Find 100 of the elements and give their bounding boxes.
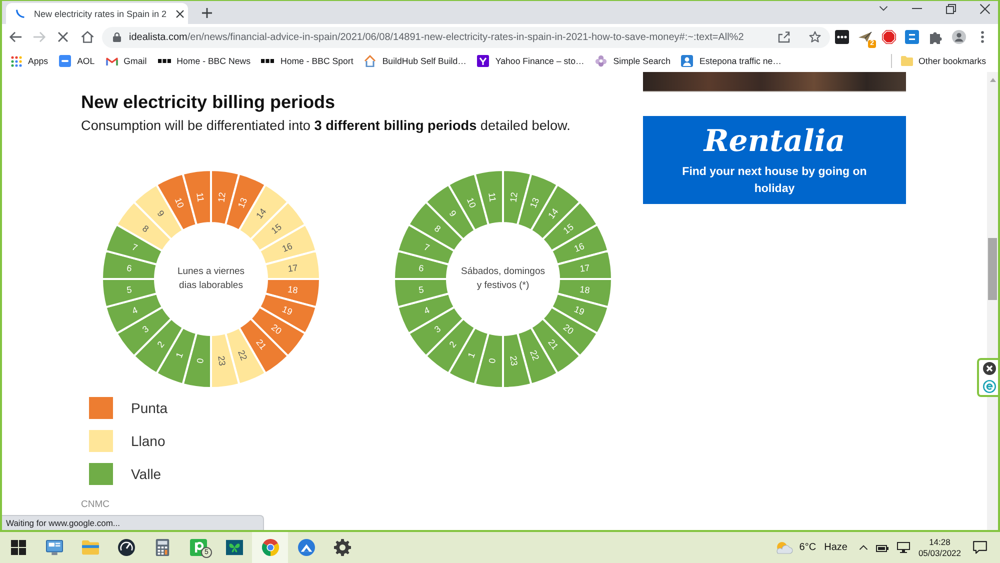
stop-icon[interactable]	[58, 32, 68, 42]
bookmark[interactable]: Apps	[6, 52, 54, 70]
calculator-icon	[154, 539, 170, 556]
dial-caption: Lunes a viernes dias laborables	[176, 265, 246, 293]
bookmark[interactable]: Home - BBC News	[152, 52, 256, 70]
brand-name: Rentalia	[704, 124, 846, 160]
avatar-icon[interactable]	[952, 30, 966, 44]
bookmark[interactable]: Gmail	[100, 52, 152, 70]
hour-label: 18	[579, 284, 590, 296]
puzzle-icon[interactable]	[928, 30, 943, 44]
notification-icon[interactable]	[973, 541, 987, 554]
close-icon[interactable]	[176, 10, 184, 18]
dots-icon[interactable]	[834, 30, 849, 44]
ad-text: Find your next house by going on holiday	[681, 165, 868, 197]
scrollbar-thumb[interactable]	[988, 238, 997, 300]
tile-icon	[477, 55, 490, 67]
hour-label: 10	[172, 196, 186, 210]
bookmark[interactable]: Estepona traffic ne…	[676, 52, 786, 70]
windows-icon[interactable]	[10, 540, 26, 555]
hour-label: 6	[126, 262, 132, 274]
lock-icon	[113, 32, 121, 42]
weather-text: Haze	[824, 542, 848, 553]
gear-icon	[334, 539, 350, 556]
hour-label: 16	[280, 240, 294, 254]
squares-icon	[261, 59, 274, 63]
article-intro: Consumption will be differentiated into 3 different billing periods detailed below.	[81, 117, 572, 135]
scrollbar[interactable]	[987, 72, 998, 530]
clock-date[interactable]: 05/03/2022	[918, 548, 961, 558]
legend-label: Punta	[131, 400, 168, 416]
hour-label: 2	[155, 339, 166, 350]
clock-time[interactable]: 14:28	[929, 536, 950, 548]
hour-label: 23	[508, 355, 520, 366]
hour-label: 1	[466, 351, 477, 360]
close-icon[interactable]	[982, 362, 996, 376]
hour-label: 8	[140, 223, 151, 234]
hour-label: 0	[194, 358, 206, 364]
share-icon[interactable]	[778, 31, 790, 43]
hour-label: 20	[269, 322, 284, 336]
bookmark[interactable]: AOL	[54, 52, 100, 70]
back-icon[interactable]	[8, 31, 22, 43]
chevron-up-icon[interactable]	[859, 545, 868, 550]
menu-icon[interactable]	[981, 31, 984, 43]
hour-label: 20	[561, 322, 576, 336]
tile-icon	[59, 55, 72, 67]
hour-label: 9	[155, 208, 166, 219]
hour-label: 12	[508, 192, 520, 203]
hour-label: 19	[280, 304, 294, 318]
battery-icon[interactable]	[876, 542, 890, 552]
browser-tab[interactable]: New electricity rates in Spain in 2	[6, 3, 188, 24]
bookmark[interactable]: Yahoo Finance – sto…	[472, 52, 590, 70]
network-icon[interactable]	[897, 542, 910, 553]
star-icon[interactable]	[809, 31, 821, 43]
hour-label: 7	[422, 242, 431, 253]
hour-label: 16	[572, 240, 586, 254]
image-source: CNMC	[81, 499, 110, 510]
hour-label: 14	[254, 206, 268, 221]
close-icon[interactable]	[980, 4, 990, 14]
hour-label: 15	[561, 222, 576, 236]
home-icon[interactable]	[80, 31, 94, 43]
hour-label: 17	[579, 262, 590, 274]
hour-label: 14	[546, 206, 560, 221]
hour-label: 23	[216, 355, 228, 366]
restore-icon[interactable]	[946, 4, 956, 14]
ad-banner[interactable]: Rentalia Find your next house by going on holiday	[643, 116, 906, 204]
chrome-icon	[262, 539, 278, 556]
bookmark[interactable]: Home - BBC Sport	[256, 52, 358, 70]
squares-icon	[158, 59, 171, 63]
bookmark[interactable]: Simple Search	[590, 52, 676, 70]
person-icon	[681, 55, 694, 67]
url-text: idealista.com/en/news/financial-advice-in-spain/2021/06/08/14891-new-electricity-rates-in-spain-in-2021-how-to-save-money#:~:text=All%2	[129, 32, 745, 42]
mountain-icon	[298, 539, 314, 556]
hour-label: 4	[130, 305, 139, 316]
hour-label: 21	[254, 337, 268, 352]
gauge-icon	[118, 539, 134, 556]
butterfly-icon	[226, 539, 242, 556]
hour-label: 2	[447, 339, 458, 350]
article-heading: New electricity billing periods	[81, 92, 336, 112]
hour-label: 7	[130, 242, 139, 253]
apps-grid-icon	[11, 56, 22, 66]
hour-label: 9	[447, 208, 458, 219]
hour-label: 5	[418, 284, 424, 296]
legend-label: Llano	[131, 433, 166, 449]
status-bubble: Waiting for www.google.com...	[2, 515, 264, 530]
hour-label: 13	[236, 196, 250, 210]
hour-label: 21	[546, 337, 560, 352]
legend-label: Valle	[131, 466, 162, 482]
tile-icon	[190, 539, 206, 556]
hour-label: 6	[418, 262, 424, 274]
folder-icon	[900, 56, 913, 66]
plane-icon[interactable]	[858, 30, 872, 44]
plus-icon[interactable]	[202, 8, 212, 18]
bookmark[interactable]: BuildHub Self Build…	[359, 52, 472, 70]
address-field[interactable]: idealista.com/en/news/financial-advice-in-spain/2021/06/08/14891-new-electricity-rates-in-spain-in-2021-how-to-save-money#:~:text=All%2	[102, 26, 830, 48]
hour-label: 22	[236, 348, 250, 362]
chevron-down-icon[interactable]	[879, 6, 888, 11]
bookmark[interactable]: Other bookmarks	[896, 52, 991, 70]
stop-sign-icon[interactable]	[882, 30, 896, 44]
tile-icon[interactable]	[905, 30, 920, 44]
house-icon	[364, 55, 376, 67]
hour-label: 0	[486, 358, 498, 364]
